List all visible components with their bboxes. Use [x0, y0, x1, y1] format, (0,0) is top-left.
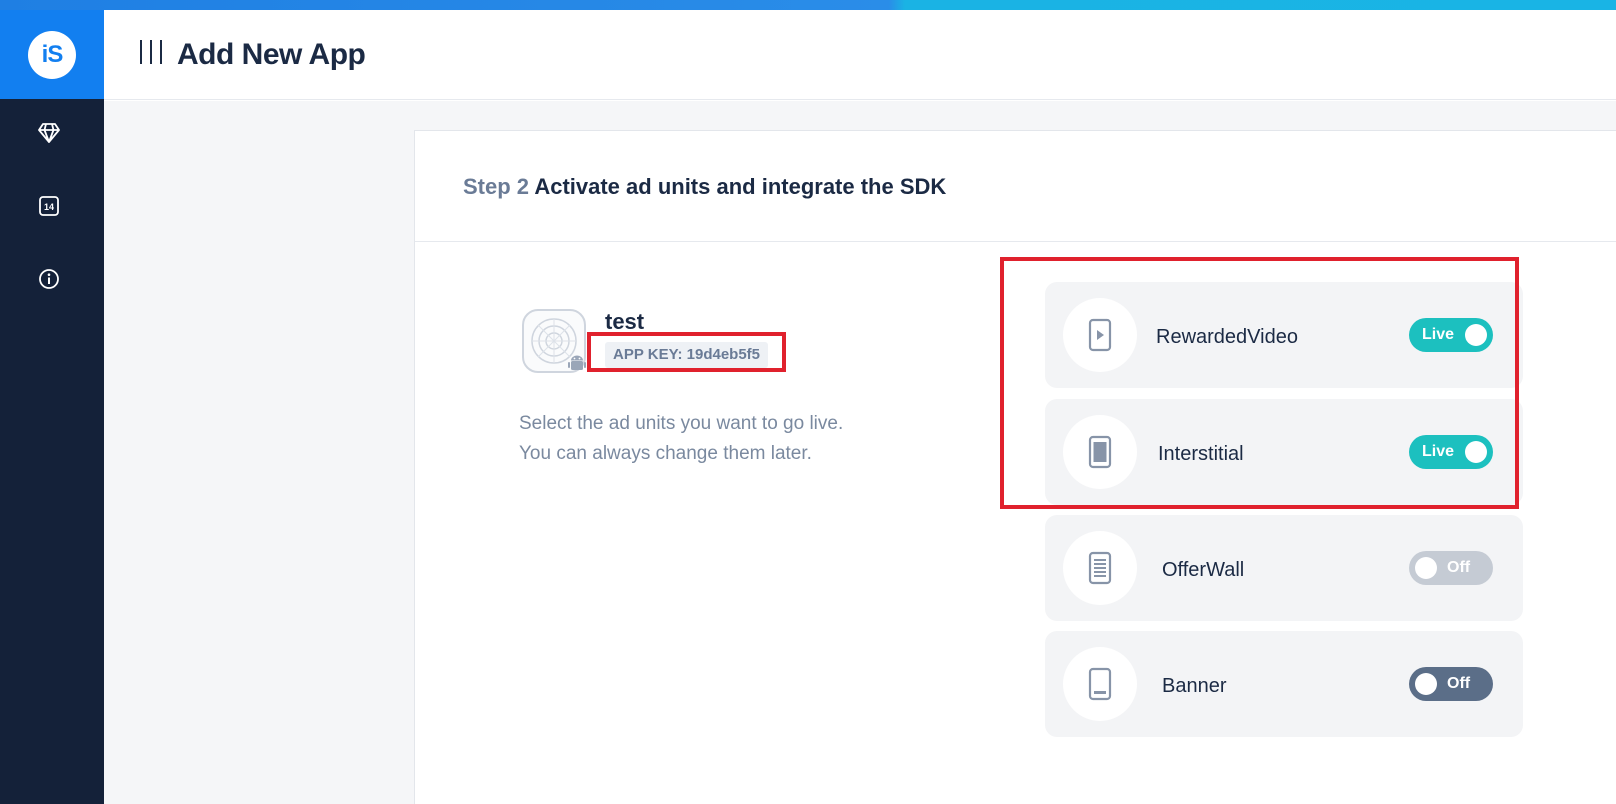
instructions-line-1: Select the ad units you want to go live. [519, 413, 844, 434]
toggle-label: Off [1447, 559, 1471, 576]
ad-unit-offerwall: OfferWall Off [1045, 515, 1523, 621]
logo[interactable]: iS [0, 10, 104, 99]
sidebar: iS 14 [0, 10, 104, 804]
instructions-line-2: You can always change them later. [519, 443, 812, 464]
calendar-icon[interactable]: 14 [36, 193, 62, 219]
step-title-text: Activate ad units and integrate the SDK [534, 174, 947, 199]
logo-mark: iS [28, 30, 76, 79]
ad-units-highlight [1000, 257, 1519, 509]
card-header: Step 2 Activate ad units and integrate t… [415, 131, 1616, 242]
top-accent-bar [0, 0, 1616, 10]
offerwall-icon [1063, 531, 1137, 605]
ad-unit-label: OfferWall [1162, 559, 1245, 581]
step-number: Step 2 [463, 174, 530, 199]
banner-toggle[interactable]: Off [1409, 667, 1493, 701]
offerwall-toggle[interactable]: Off [1409, 551, 1493, 585]
ad-unit-label: Banner [1162, 675, 1227, 697]
calendar-day-label: 14 [44, 202, 54, 212]
step-card: Step 2 Activate ad units and integrate t… [414, 130, 1616, 804]
page-header: Add New App [104, 10, 1616, 100]
toggle-knob [1415, 673, 1437, 695]
android-icon [567, 353, 587, 373]
ad-unit-banner: Banner Off [1045, 631, 1523, 737]
instructions-text: Select the ad units you want to go live.… [519, 409, 843, 469]
info-icon[interactable] [36, 266, 62, 292]
toggle-knob [1415, 557, 1437, 579]
toggle-label: Off [1447, 675, 1471, 692]
banner-icon [1063, 647, 1137, 721]
app-key-highlight [587, 332, 786, 372]
page-title: Add New App [177, 38, 366, 71]
menu-icon[interactable] [140, 40, 162, 66]
step-title: Step 2 Activate ad units and integrate t… [463, 174, 946, 200]
diamond-icon[interactable] [36, 120, 62, 146]
